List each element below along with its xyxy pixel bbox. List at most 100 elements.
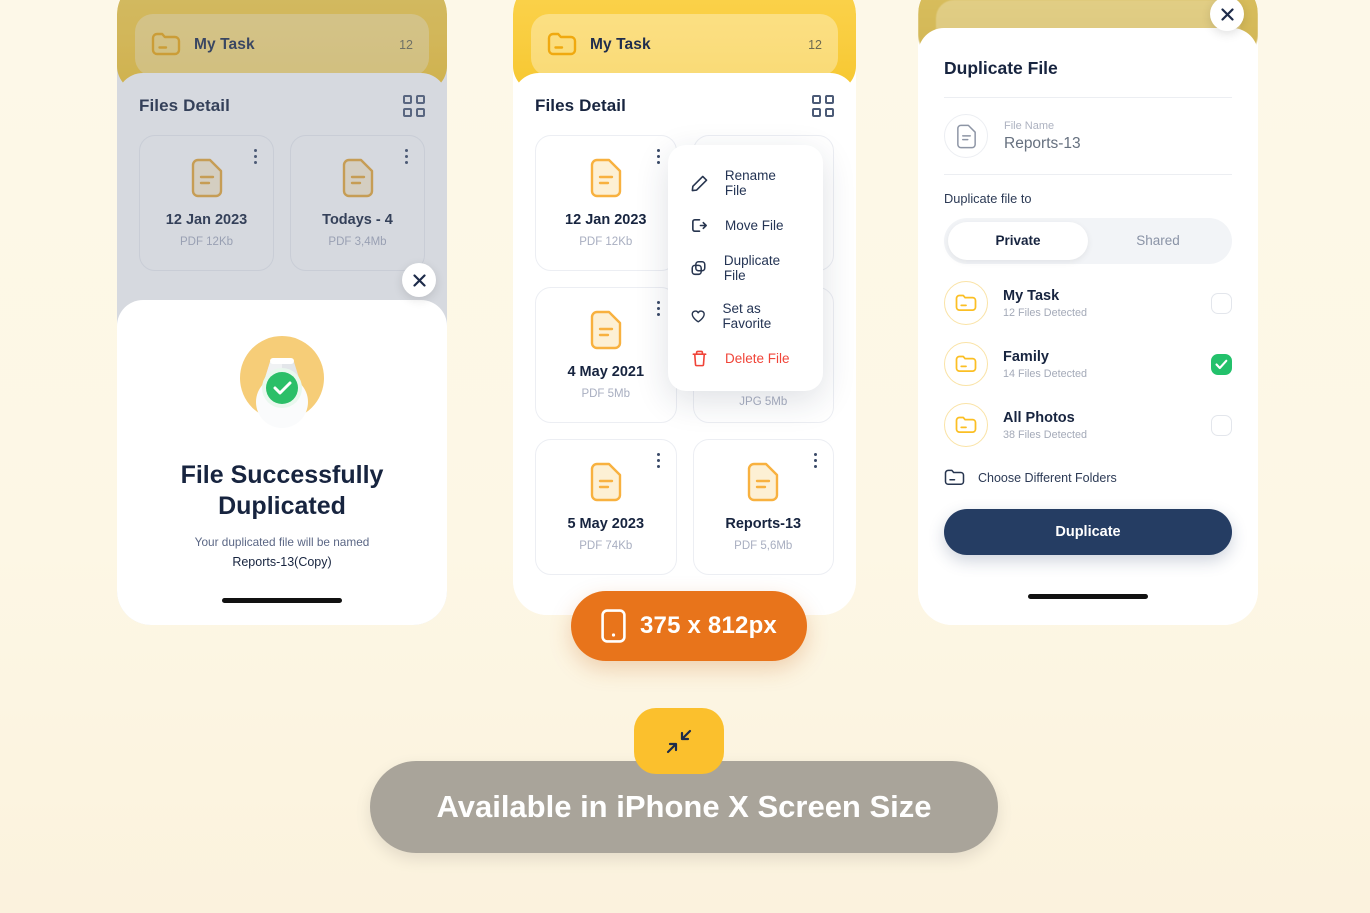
more-options-icon[interactable] bbox=[656, 149, 660, 164]
file-name: 5 May 2023 bbox=[567, 516, 645, 532]
duplicate-file-panel: Duplicate File File Name Reports-13 Dupl… bbox=[918, 28, 1258, 625]
menu-item-rename-file[interactable]: Rename File bbox=[668, 159, 823, 207]
collapse-icon-badge[interactable] bbox=[634, 708, 724, 774]
phone-screen-3: Duplicate File File Name Reports-13 Dupl… bbox=[918, 0, 1258, 625]
folder-checkbox[interactable] bbox=[1211, 292, 1232, 314]
folder-icon-circle bbox=[944, 342, 988, 386]
page-title-2: Files Detail bbox=[535, 96, 626, 115]
folder-icon-circle bbox=[944, 403, 988, 447]
folder-name: My Task bbox=[1003, 287, 1060, 304]
folder-checkbox[interactable] bbox=[1211, 353, 1232, 375]
folder-option-my-task[interactable]: My Task 12 Files Detected bbox=[944, 281, 1232, 325]
page-root: My Task 12 Files Detail 12 Jan 2023 PDF … bbox=[0, 0, 1370, 913]
file-meta: PDF 12Kb bbox=[579, 236, 633, 248]
file-meta: PDF 5,6Mb bbox=[734, 540, 793, 552]
folder-title-2: My Task bbox=[590, 36, 651, 53]
document-icon bbox=[590, 310, 621, 350]
phone-screen-2: My Task 12 Files Detail 12 Jan 2023 PDF … bbox=[513, 0, 856, 615]
collapse-arrows-icon bbox=[666, 729, 692, 754]
file-name: 12 Jan 2023 bbox=[565, 212, 647, 228]
mobile-phone-icon bbox=[601, 609, 626, 643]
menu-item-label: Duplicate File bbox=[723, 253, 781, 283]
duplicate-to-label: Duplicate file to bbox=[944, 191, 1032, 206]
file-card[interactable]: Reports-13 PDF 5,6Mb bbox=[692, 439, 834, 575]
menu-item-delete-file[interactable]: Delete File bbox=[668, 340, 823, 377]
file-card[interactable]: 12 Jan 2023 PDF 12Kb bbox=[535, 135, 677, 271]
grid-view-icon[interactable] bbox=[812, 95, 834, 117]
home-indicator bbox=[1028, 594, 1148, 599]
folder-option-family[interactable]: Family 14 Files Detected bbox=[944, 342, 1232, 386]
tab-private[interactable]: Private bbox=[948, 222, 1088, 260]
folder-icon bbox=[547, 32, 577, 56]
sheet-header-2: Files Detail bbox=[513, 73, 856, 117]
folder-icon-circle bbox=[944, 281, 988, 325]
document-icon bbox=[956, 124, 976, 148]
success-title: File Successfully Duplicated bbox=[181, 460, 384, 521]
trash-icon bbox=[692, 350, 707, 367]
close-icon bbox=[412, 273, 426, 287]
menu-item-set-as-favorite[interactable]: Set as Favorite bbox=[668, 292, 823, 340]
folder-icon bbox=[955, 355, 977, 372]
menu-item-label: Move File bbox=[725, 218, 784, 233]
visibility-segmented-control: Private Shared bbox=[944, 218, 1232, 264]
folder-checkbox[interactable] bbox=[1211, 414, 1232, 436]
divider bbox=[944, 174, 1232, 175]
more-options-icon[interactable] bbox=[656, 453, 660, 468]
menu-item-label: Delete File bbox=[725, 351, 790, 366]
file-context-menu: Rename File Move File Duplicate File Set… bbox=[668, 145, 823, 391]
menu-item-label: Set as Favorite bbox=[722, 301, 772, 331]
file-name-value: Reports-13 bbox=[1004, 134, 1081, 152]
selected-file-row: File Name Reports-13 bbox=[944, 98, 1232, 174]
menu-item-label: Rename File bbox=[724, 168, 776, 198]
file-meta: PDF 5Mb bbox=[581, 388, 631, 400]
folder-count-2: 12 bbox=[808, 38, 822, 52]
heart-icon bbox=[691, 309, 705, 323]
file-card[interactable]: 4 May 2021 PDF 5Mb bbox=[535, 287, 677, 423]
folder-meta: 14 Files Detected bbox=[1003, 367, 1088, 380]
menu-item-move-file[interactable]: Move File bbox=[668, 207, 823, 244]
folder-outline-icon bbox=[944, 469, 965, 485]
file-icon-circle bbox=[944, 114, 988, 158]
folder-name: All Photos bbox=[1003, 409, 1075, 426]
document-icon bbox=[748, 462, 779, 502]
success-sheet: File Successfully Duplicated Your duplic… bbox=[117, 300, 447, 625]
choose-different-folders-label: Choose Different Folders bbox=[978, 471, 1117, 485]
file-name: 4 May 2021 bbox=[567, 364, 645, 380]
file-name-label: File Name bbox=[1004, 119, 1055, 132]
document-icon bbox=[590, 462, 621, 502]
more-options-icon[interactable] bbox=[814, 453, 817, 468]
duplicate-button[interactable]: Duplicate bbox=[944, 509, 1232, 555]
folder-meta: 38 Files Detected bbox=[1003, 428, 1088, 441]
file-meta: JPG 5Mb bbox=[739, 396, 788, 408]
duplicate-icon bbox=[691, 260, 706, 275]
folder-icon bbox=[955, 416, 977, 433]
more-options-icon[interactable] bbox=[656, 301, 660, 316]
size-badge-label: 375 x 812px bbox=[640, 612, 777, 639]
menu-item-duplicate-file[interactable]: Duplicate File bbox=[668, 244, 823, 292]
folder-pill-2[interactable]: My Task 12 bbox=[531, 14, 838, 76]
file-meta: PDF 74Kb bbox=[579, 540, 633, 552]
success-subtitle: Your duplicated file will be named bbox=[194, 535, 370, 549]
size-badge: 375 x 812px bbox=[571, 591, 807, 661]
close-icon bbox=[1220, 7, 1234, 21]
choose-different-folders-row[interactable]: Choose Different Folders bbox=[944, 469, 1232, 487]
availability-banner: Available in iPhone X Screen Size bbox=[370, 761, 998, 853]
file-card[interactable]: 5 May 2023 PDF 74Kb bbox=[535, 439, 677, 575]
success-check-icon bbox=[240, 336, 324, 428]
success-title-line1: File Successfully bbox=[180, 461, 384, 489]
close-button-1[interactable] bbox=[402, 263, 436, 297]
success-filename: Reports-13(Copy) bbox=[232, 555, 332, 569]
folder-name: Family bbox=[1003, 348, 1049, 365]
folder-option-all-photos[interactable]: All Photos 38 Files Detected bbox=[944, 403, 1232, 447]
home-indicator bbox=[222, 598, 342, 603]
move-arrow-icon bbox=[692, 218, 707, 233]
file-name: Reports-13 bbox=[725, 516, 802, 532]
page-title-3: Duplicate File bbox=[944, 58, 1058, 78]
folder-meta: 12 Files Detected bbox=[1003, 306, 1088, 319]
pencil-icon bbox=[691, 175, 708, 191]
folder-icon bbox=[955, 294, 977, 311]
phone-screen-1: My Task 12 Files Detail 12 Jan 2023 PDF … bbox=[117, 0, 447, 625]
success-title-line2: Duplicated bbox=[218, 491, 346, 520]
tab-shared[interactable]: Shared bbox=[1088, 222, 1228, 260]
document-icon bbox=[590, 158, 621, 198]
